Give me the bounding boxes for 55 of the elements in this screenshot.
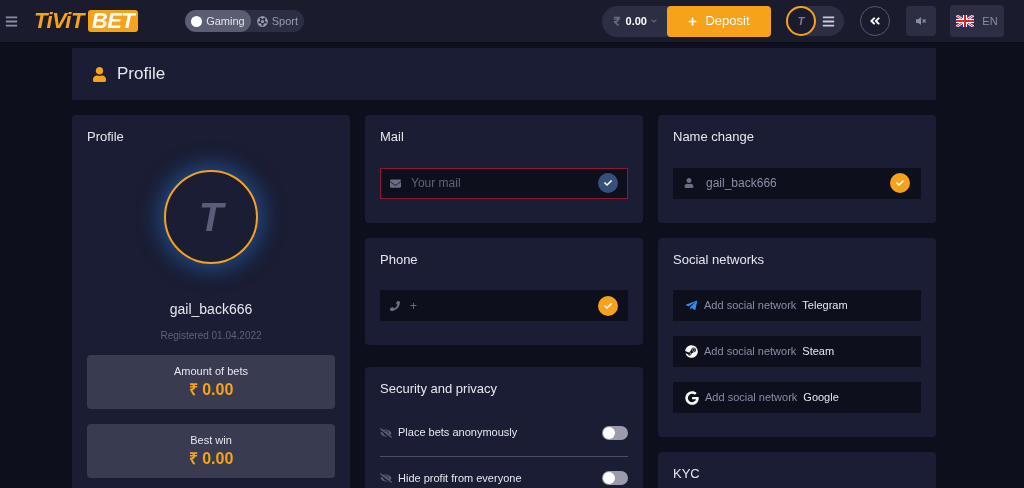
menu-icon[interactable] — [5, 14, 18, 28]
google-icon — [685, 390, 699, 405]
chevron-down-icon — [651, 18, 657, 24]
double-chevron-left-icon — [869, 15, 881, 27]
card-title: Phone — [380, 250, 419, 269]
menu-icon[interactable] — [822, 14, 835, 28]
option-label: Place bets anonymously — [398, 425, 519, 441]
registered-date: Registered 01.04.2022 — [159, 328, 263, 343]
social-network-button[interactable]: Add social network Google — [673, 382, 921, 413]
stat-label: Amount of bets — [174, 364, 248, 380]
social-network-button[interactable]: Add social network Steam — [673, 336, 921, 367]
card-title: KYC — [673, 465, 701, 483]
card-title: Social networks — [673, 250, 766, 269]
card-title: Security and privacy — [380, 380, 499, 398]
phone-icon — [390, 300, 400, 311]
envelope-icon — [390, 177, 401, 189]
mail-input[interactable]: Your mail — [411, 174, 588, 192]
social-network-button[interactable]: Add social network Telegram — [673, 290, 921, 321]
eye-slash-icon — [380, 472, 392, 484]
name-field[interactable]: gail_back666 — [673, 167, 921, 199]
steam-icon — [685, 345, 698, 358]
card-title: Name change — [673, 128, 755, 146]
plus-icon — [688, 16, 698, 26]
language-button[interactable]: EN — [950, 5, 1004, 37]
name-input[interactable]: gail_back666 — [706, 174, 878, 192]
mail-field[interactable]: Your mail — [380, 167, 628, 199]
paper-plane-icon — [685, 299, 698, 312]
stat-value: ₹ 0.00 — [188, 448, 234, 469]
balance-selector[interactable]: 0.00 — [601, 12, 667, 30]
avatar: T — [164, 169, 258, 264]
toggle-switch[interactable] — [602, 425, 628, 440]
eye-slash-icon — [380, 426, 392, 439]
check-icon[interactable] — [890, 173, 910, 193]
option-label: Hide profit from everyone — [398, 470, 523, 486]
username: gail_back666 — [168, 299, 254, 319]
check-icon[interactable] — [598, 295, 618, 316]
user-icon — [92, 66, 107, 82]
stat-label: Best win — [190, 433, 232, 449]
card-title: Mail — [380, 128, 405, 146]
rupee-icon — [611, 16, 622, 26]
page-title: Profile — [117, 63, 166, 86]
mode-tab[interactable]: Gaming — [185, 10, 251, 32]
phone-input[interactable]: + — [410, 296, 588, 315]
toggle-switch[interactable] — [602, 471, 628, 485]
mute-button[interactable] — [906, 6, 936, 36]
mode-tab[interactable]: Sport — [250, 10, 304, 32]
flag-icon — [956, 15, 975, 27]
logo[interactable]: TiViT BET — [34, 10, 139, 32]
speaker-muted-icon — [916, 16, 926, 26]
stat-value: ₹ 0.00 — [188, 379, 234, 400]
check-icon[interactable] — [598, 173, 618, 193]
user-icon — [684, 178, 694, 188]
card-title: Profile — [87, 128, 125, 146]
avatar-button[interactable]: T — [786, 6, 816, 36]
phone-field[interactable]: + — [380, 290, 628, 321]
